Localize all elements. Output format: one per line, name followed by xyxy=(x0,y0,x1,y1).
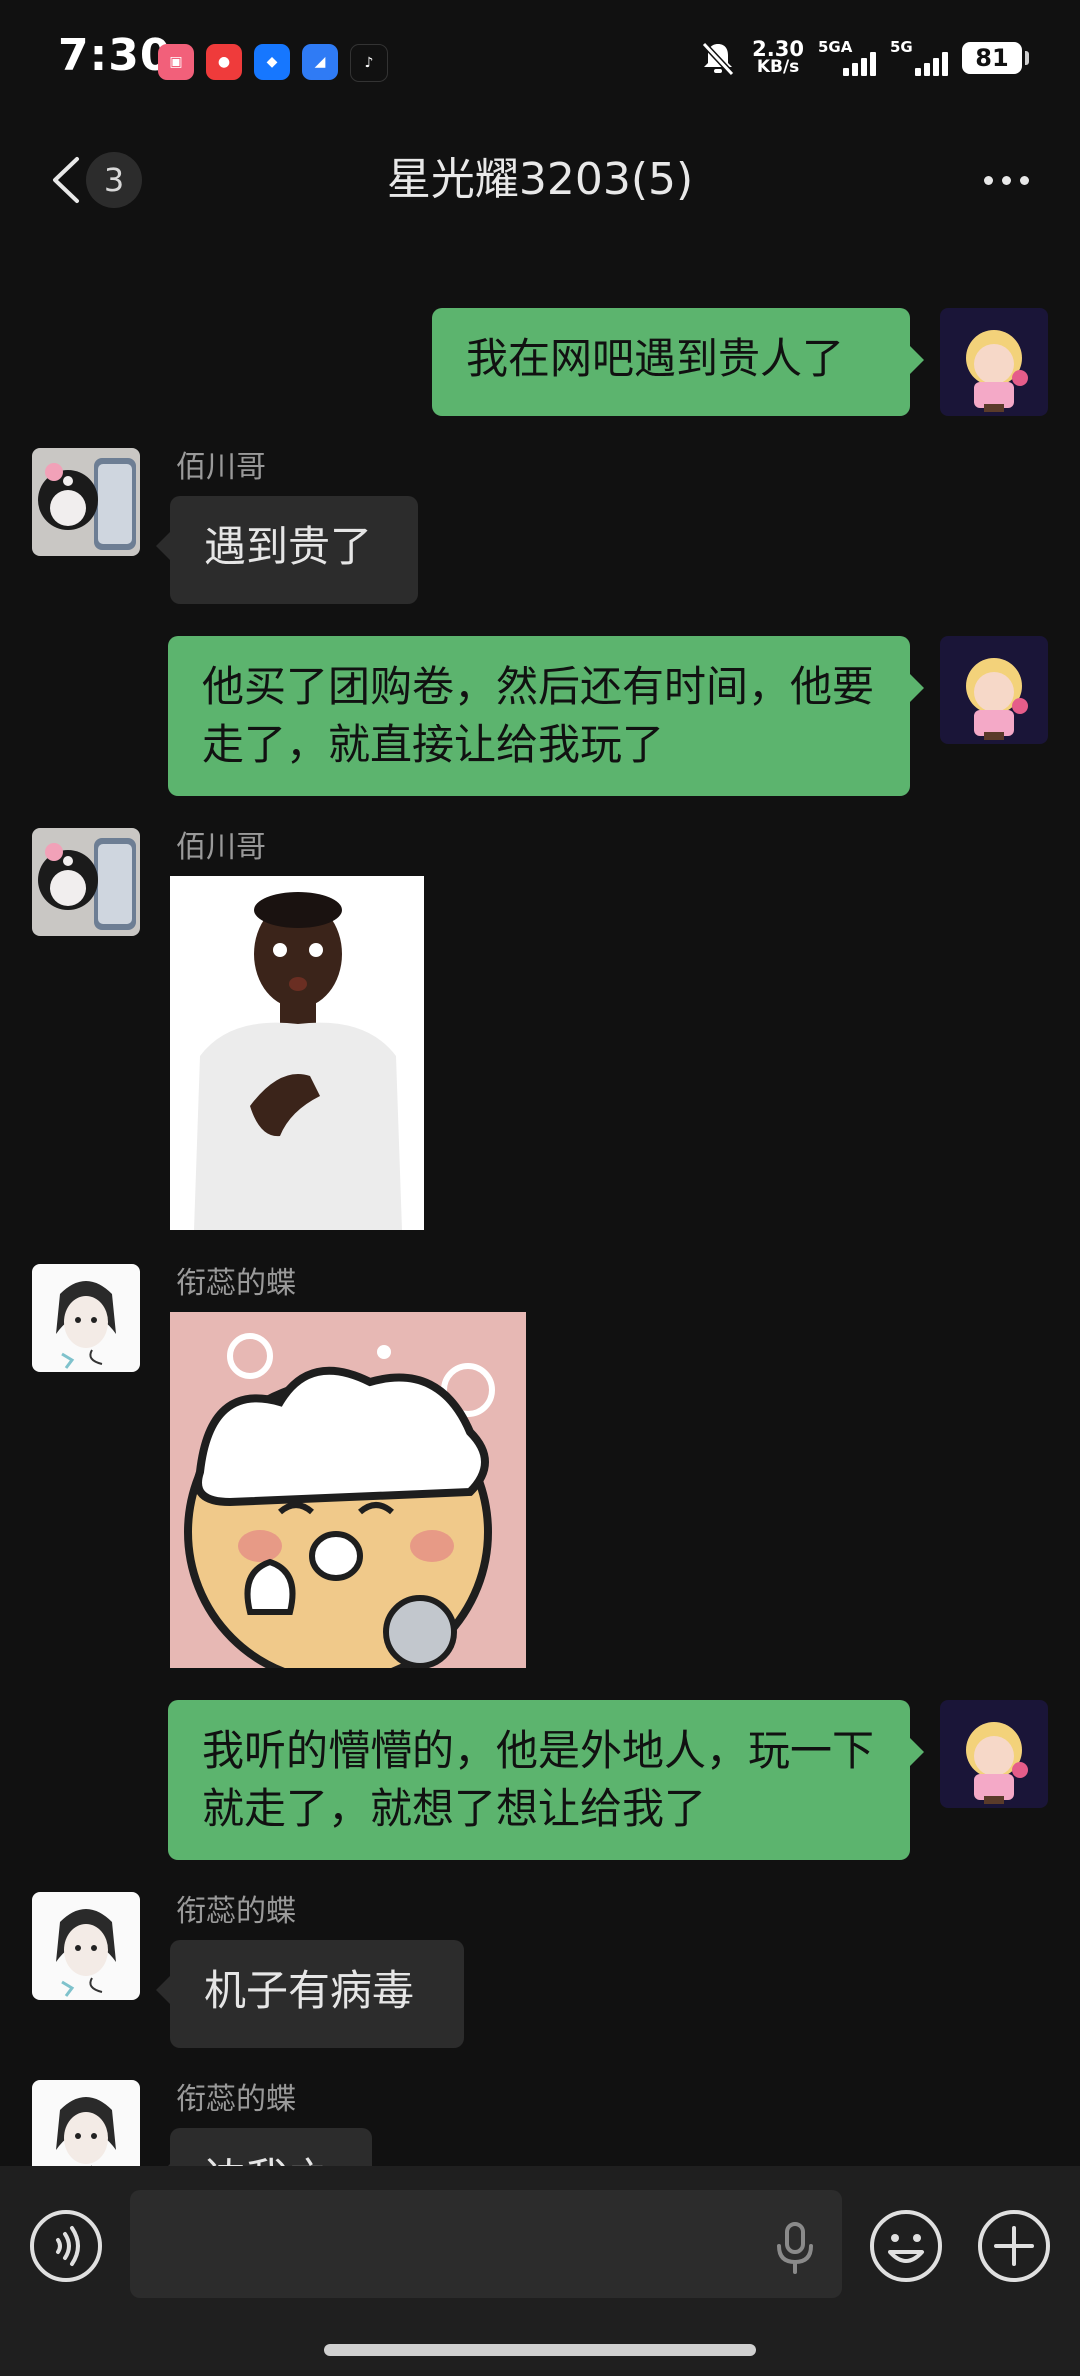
xiaohongshu-icon: ● xyxy=(206,44,242,80)
more-dot-icon xyxy=(983,175,993,185)
network-speed: 2.30 KB/s xyxy=(752,37,804,77)
sender-name: 衔蕊的蝶 xyxy=(176,2082,296,2117)
more-features-button[interactable] xyxy=(976,2208,1052,2284)
chat-screen: 7:30 ▣ ● ◆ ◢ ♪ 2.30 KB/s 5GA 5G 81 3 星光耀… xyxy=(0,0,1080,2376)
sender-name: 衔蕊的蝶 xyxy=(176,1894,296,1929)
sender-avatar[interactable] xyxy=(32,1264,140,1372)
chat-title: 星光耀3203(5) xyxy=(386,154,694,205)
sim2-signal-icon: 5G xyxy=(890,38,948,78)
plus-icon xyxy=(978,2210,1050,2282)
chat-header: 3 星光耀3203(5) xyxy=(0,120,1080,240)
message-bubble[interactable]: 我在网吧遇到贵人了 xyxy=(432,308,924,416)
sender-avatar[interactable] xyxy=(32,448,140,556)
status-bar: 7:30 ▣ ● ◆ ◢ ♪ 2.30 KB/s 5GA 5G 81 xyxy=(0,0,1080,120)
input-bar xyxy=(0,2166,1080,2376)
status-right: 2.30 KB/s 5GA 5G 81 xyxy=(698,37,1029,78)
alipay-icon: ◆ xyxy=(254,44,290,80)
message-bubble[interactable]: 机子有病毒 xyxy=(156,1940,464,2048)
lofter-icon: ▣ xyxy=(158,44,194,80)
more-dot-icon xyxy=(1001,175,1011,185)
voice-mode-button[interactable] xyxy=(28,2208,104,2284)
message-bubble[interactable]: 边我之 xyxy=(156,2128,372,2166)
message-bubble[interactable]: 遇到贵了 xyxy=(156,496,418,604)
notification-icons: ▣ ● ◆ ◢ ♪ xyxy=(158,44,388,82)
sender-name: 佰川哥 xyxy=(176,830,266,865)
sender-avatar[interactable] xyxy=(32,2080,140,2166)
more-dot-icon xyxy=(1019,175,1029,185)
image-message[interactable] xyxy=(170,876,424,1230)
self-avatar[interactable] xyxy=(940,636,1048,744)
voice-icon xyxy=(30,2210,102,2282)
smiley-icon xyxy=(870,2210,942,2282)
mute-bell-icon xyxy=(701,41,735,77)
self-avatar[interactable] xyxy=(940,308,1048,416)
battery-level: 81 xyxy=(975,44,1009,72)
douyin-icon: ♪ xyxy=(350,44,388,82)
surprised-man-sticker xyxy=(170,876,424,1230)
sender-avatar[interactable] xyxy=(32,828,140,936)
sim2-label: 5G xyxy=(890,38,913,56)
sender-name: 佰川哥 xyxy=(176,450,266,485)
message-bubble[interactable]: 他买了团购卷，然后还有时间，他要走了，就直接让给我玩了 xyxy=(168,636,924,796)
bear-sticker xyxy=(170,1312,526,1668)
sim1-signal-icon: 5GA xyxy=(818,38,876,78)
more-options-button[interactable] xyxy=(966,150,1046,210)
self-avatar[interactable] xyxy=(940,1700,1048,1808)
battery-icon: 81 xyxy=(962,42,1029,74)
message-list[interactable]: 我在网吧遇到贵人了 佰川哥 遇到贵了 他买了团购卷，然后还有时间，他要走了，就直… xyxy=(0,240,1080,2166)
microphone-icon[interactable] xyxy=(772,2220,818,2274)
sender-avatar[interactable] xyxy=(32,1892,140,2000)
home-indicator[interactable] xyxy=(324,2344,756,2356)
feishu-icon: ◢ xyxy=(302,44,338,80)
status-time: 7:30 xyxy=(58,30,172,81)
message-bubble[interactable]: 我听的懵懵的，他是外地人，玩一下就走了，就想了想让给我了 xyxy=(168,1700,924,1860)
message-input[interactable] xyxy=(130,2190,842,2298)
emoji-button[interactable] xyxy=(868,2208,944,2284)
image-message[interactable] xyxy=(170,1312,526,1668)
sender-name: 衔蕊的蝶 xyxy=(176,1266,296,1301)
network-speed-unit: KB/s xyxy=(756,57,800,77)
network-speed-value: 2.30 xyxy=(752,37,804,61)
